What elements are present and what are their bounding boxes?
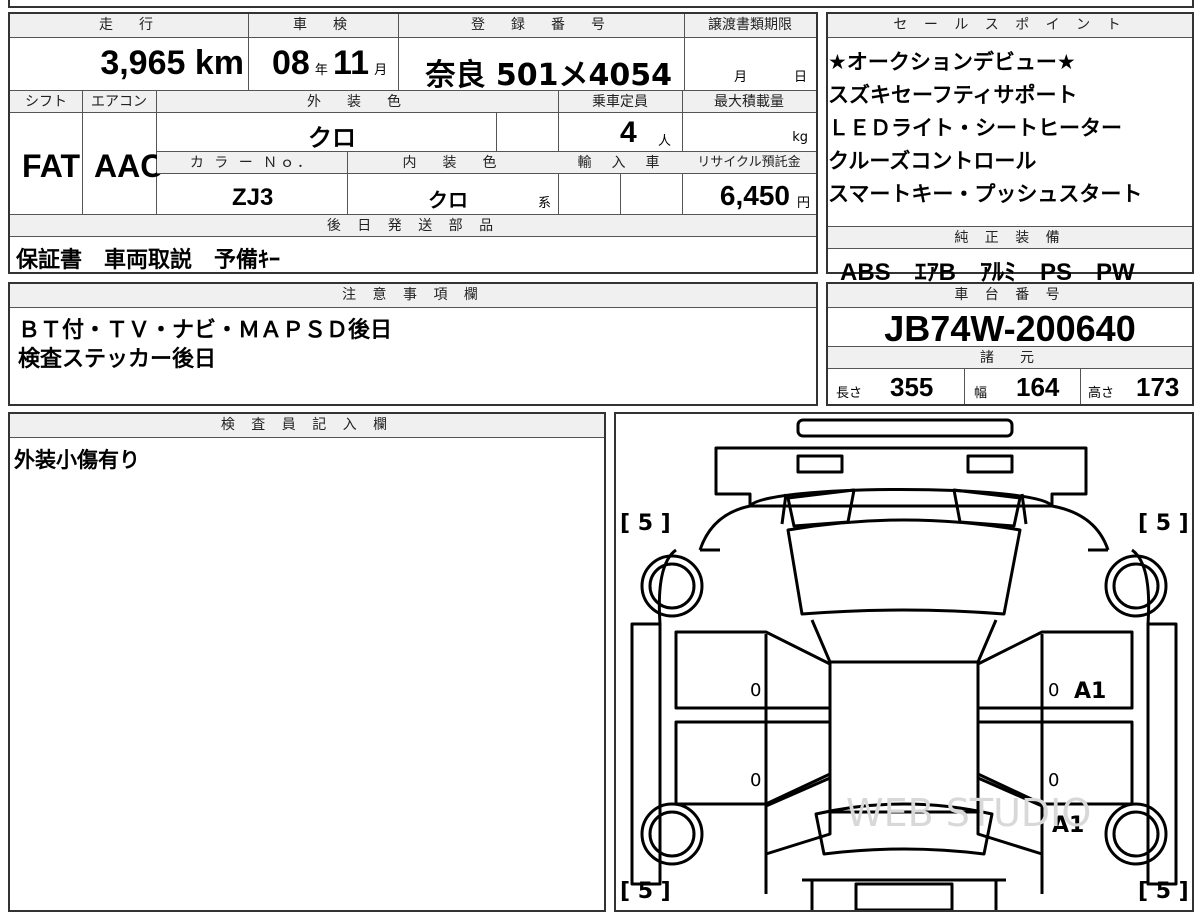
- spec-length-value: 355: [890, 372, 934, 402]
- sales-point-line: ★オークションデビュー★: [828, 50, 1076, 74]
- right-front-door-mark: 0: [1048, 680, 1059, 701]
- damage-diagram-block: [ 5 ] [ 5 ] [ 5 ] [ 5 ] 0 0 0 0 A1 A1 WE…: [614, 412, 1194, 912]
- watermark: WEB STUDIO: [846, 791, 1091, 835]
- right-front-door-damage-code: A1: [1074, 679, 1106, 704]
- left-rear-door-mark: 0: [750, 770, 761, 791]
- max-load-header: 最大積載量: [682, 91, 816, 113]
- sales-point-line: ＬＥＤライト・シートヒーター: [828, 116, 1122, 140]
- factory-equipment-header: 純 正 装 備: [828, 227, 1192, 249]
- inspector-comment: 外装小傷有り: [14, 448, 140, 472]
- aircon-header: エアコン: [82, 91, 156, 113]
- vehicle-info-block: 走 行 車 検 登 録 番 号 譲渡書類期限 3,965 km 08 年 11 …: [8, 12, 818, 274]
- notes-text: ＢＴ付・ＴＶ・ナビ・ＭＡＰＳＤ後日 検査ステッカー後日: [18, 316, 392, 374]
- inspection-header: 車 検: [248, 14, 398, 38]
- shift-value: FAT: [22, 148, 81, 184]
- chassis-specs-block: 車 台 番 号 JB74W-200640 諸 元 長さ 355 幅 164 高さ…: [826, 282, 1194, 406]
- chassis-value: JB74W-200640: [884, 308, 1136, 349]
- capacity-value: 4: [620, 116, 637, 149]
- capacity-unit: 人: [658, 134, 672, 149]
- notes-line: ＢＴ付・ＴＶ・ナビ・ＭＡＰＳＤ後日: [18, 318, 393, 343]
- spec-length-label: 長さ: [836, 386, 863, 401]
- color-no-value: ZJ3: [232, 184, 274, 211]
- sales-point-line: スズキセーフティサポート: [828, 83, 1078, 107]
- inspector-block: 検 査 員 記 入 欄 外装小傷有り: [8, 412, 606, 912]
- later-parts-value: 保証書 車両取説 予備ｷｰ: [16, 248, 281, 273]
- interior-color-suffix: 系: [538, 196, 552, 211]
- notes-block: 注 意 事 項 欄 ＢＴ付・ＴＶ・ナビ・ＭＡＰＳＤ後日 検査ステッカー後日: [8, 282, 818, 406]
- mileage-value: 3,965 km: [100, 44, 244, 82]
- shift-header: シフト: [10, 91, 82, 113]
- exterior-color-value: クロ: [308, 124, 356, 152]
- spec-height-value: 173: [1136, 372, 1180, 402]
- left-front-door-mark: 0: [750, 680, 761, 701]
- exterior-color-header: 外 装 色: [156, 91, 558, 113]
- top-cutoff-strip: [8, 0, 1194, 8]
- mileage-header: 走 行: [10, 14, 248, 38]
- sales-points-header: セ ー ル ス ポ イ ン ト: [828, 14, 1192, 38]
- transfer-day-unit: 日: [794, 70, 808, 85]
- import-header: 輸 入 車: [558, 152, 682, 174]
- recycle-value: 6,450: [719, 180, 790, 211]
- notes-line: 検査ステッカー後日: [18, 347, 217, 372]
- transfer-month-unit: 月: [734, 70, 748, 85]
- inspector-header: 検 査 員 記 入 欄: [10, 414, 604, 438]
- color-no-header: カ ラ ー Ｎｏ．: [157, 152, 347, 174]
- chassis-header: 車 台 番 号: [828, 284, 1192, 308]
- tire-rear-left-rating: [ 5 ]: [620, 879, 671, 904]
- recycle-header: リサイクル預託金: [682, 152, 816, 174]
- spec-width-value: 164: [1016, 372, 1060, 402]
- capacity-header: 乗車定員: [558, 91, 682, 113]
- tire-front-right-rating: [ 5 ]: [1138, 511, 1189, 536]
- sales-point-line: クルーズコントロール: [828, 149, 1037, 173]
- max-load-unit: kg: [792, 130, 808, 145]
- specs-header: 諸 元: [828, 347, 1192, 369]
- recycle-unit: 円: [796, 196, 810, 211]
- interior-color-header: 内 装 色: [347, 152, 558, 174]
- sales-point-line: スマートキー・プッシュスタート: [828, 182, 1143, 206]
- interior-color-value: クロ: [428, 188, 468, 212]
- inspection-value: 08 年 11 月: [272, 44, 388, 82]
- tire-rear-right-rating: [ 5 ]: [1138, 879, 1189, 904]
- tire-front-left-rating: [ 5 ]: [620, 511, 671, 536]
- spec-width-label: 幅: [974, 386, 988, 401]
- sales-points-list: ★オークションデビュー★ スズキセーフティサポート ＬＥＤライト・シートヒーター…: [828, 46, 1142, 211]
- later-parts-header: 後 日 発 送 部 品: [10, 215, 816, 237]
- registration-value: 奈良 501メ4054: [425, 58, 672, 93]
- aircon-value: AAC: [94, 148, 164, 184]
- right-rear-door-mark: 0: [1048, 770, 1059, 791]
- registration-header: 登 録 番 号: [398, 14, 684, 38]
- spec-height-label: 高さ: [1088, 386, 1115, 401]
- transfer-deadline-header: 譲渡書類期限: [684, 14, 816, 38]
- notes-header: 注 意 事 項 欄: [10, 284, 816, 308]
- car-top-view-diagram: [ 5 ] [ 5 ] [ 5 ] [ 5 ] 0 0 0 0 A1 A1 WE…: [620, 418, 1189, 910]
- sales-points-block: セ ー ル ス ポ イ ン ト ★オークションデビュー★ スズキセーフティサポー…: [826, 12, 1194, 286]
